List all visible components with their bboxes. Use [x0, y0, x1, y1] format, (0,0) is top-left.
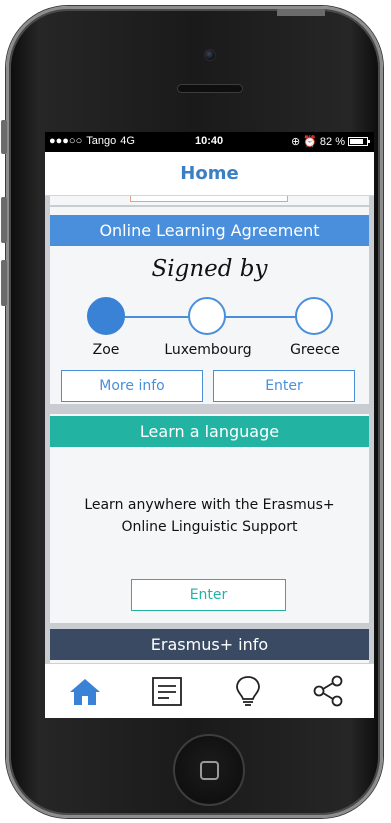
step-circle-luxembourg: [188, 297, 226, 335]
signed-by-label: Signed by: [151, 256, 268, 282]
home-square-icon: [200, 761, 219, 780]
tab-tips[interactable]: [230, 674, 266, 708]
home-icon: [70, 679, 100, 705]
share-icon: [313, 675, 343, 707]
document-icon: [152, 677, 182, 706]
learning-agreement-header: Online Learning Agreement: [50, 215, 369, 246]
learn-language-header: Learn a language: [50, 416, 369, 447]
erasmus-info-header: Erasmus+ info: [50, 629, 369, 660]
tab-news[interactable]: [149, 674, 185, 708]
lightbulb-icon: [236, 676, 260, 706]
signal-dots: ●●●○○: [49, 135, 83, 147]
hardware-home-button[interactable]: [173, 734, 245, 806]
learn-language-card: Learn a language Learn anywhere with the…: [50, 414, 369, 623]
screen: ●●●○○ Tango 4G 10:40 ⊕ ⏰ 82 % Home Onlin…: [45, 132, 374, 718]
status-bar: ●●●○○ Tango 4G 10:40 ⊕ ⏰ 82 %: [45, 132, 374, 152]
home-content[interactable]: Online Learning Agreement Signed by Zoe …: [45, 196, 374, 663]
learn-language-line-1: Learn anywhere with the Erasmus+: [84, 497, 335, 513]
battery-percent: 82 %: [319, 135, 345, 148]
tab-home[interactable]: [67, 674, 103, 708]
more-info-button[interactable]: More info: [61, 370, 203, 402]
tab-share[interactable]: [311, 674, 347, 708]
step-circle-greece: [295, 297, 333, 335]
volume-up-button: [1, 197, 7, 243]
tab-bar: [45, 663, 374, 718]
battery-icon: [348, 137, 370, 146]
step-label-luxembourg: Luxembourg: [164, 342, 252, 358]
learn-language-line-2: Online Linguistic Support: [121, 519, 298, 535]
language-enter-button[interactable]: Enter: [131, 579, 286, 611]
power-button: [277, 9, 325, 16]
navigation-bar: Home: [45, 152, 374, 196]
page-title: Home: [180, 163, 239, 184]
carrier-name: Tango: [86, 135, 117, 147]
status-icons: ⊕ ⏰: [290, 136, 317, 148]
agreement-enter-button[interactable]: Enter: [213, 370, 355, 402]
front-camera: [204, 49, 216, 61]
previous-card-edge: [50, 196, 369, 205]
step-circle-zoe: [87, 297, 125, 335]
erasmus-info-card[interactable]: Erasmus+ info: [50, 629, 369, 663]
phone-frame: ●●●○○ Tango 4G 10:40 ⊕ ⏰ 82 % Home Onlin…: [6, 6, 383, 818]
mute-switch: [1, 120, 7, 154]
earpiece-speaker: [177, 84, 243, 93]
step-label-greece: Greece: [290, 342, 340, 358]
network-type: 4G: [120, 135, 135, 147]
step-label-zoe: Zoe: [92, 342, 120, 358]
learning-agreement-card: Online Learning Agreement Signed by Zoe …: [50, 207, 369, 404]
volume-down-button: [1, 260, 7, 306]
status-time: 10:40: [195, 135, 224, 147]
